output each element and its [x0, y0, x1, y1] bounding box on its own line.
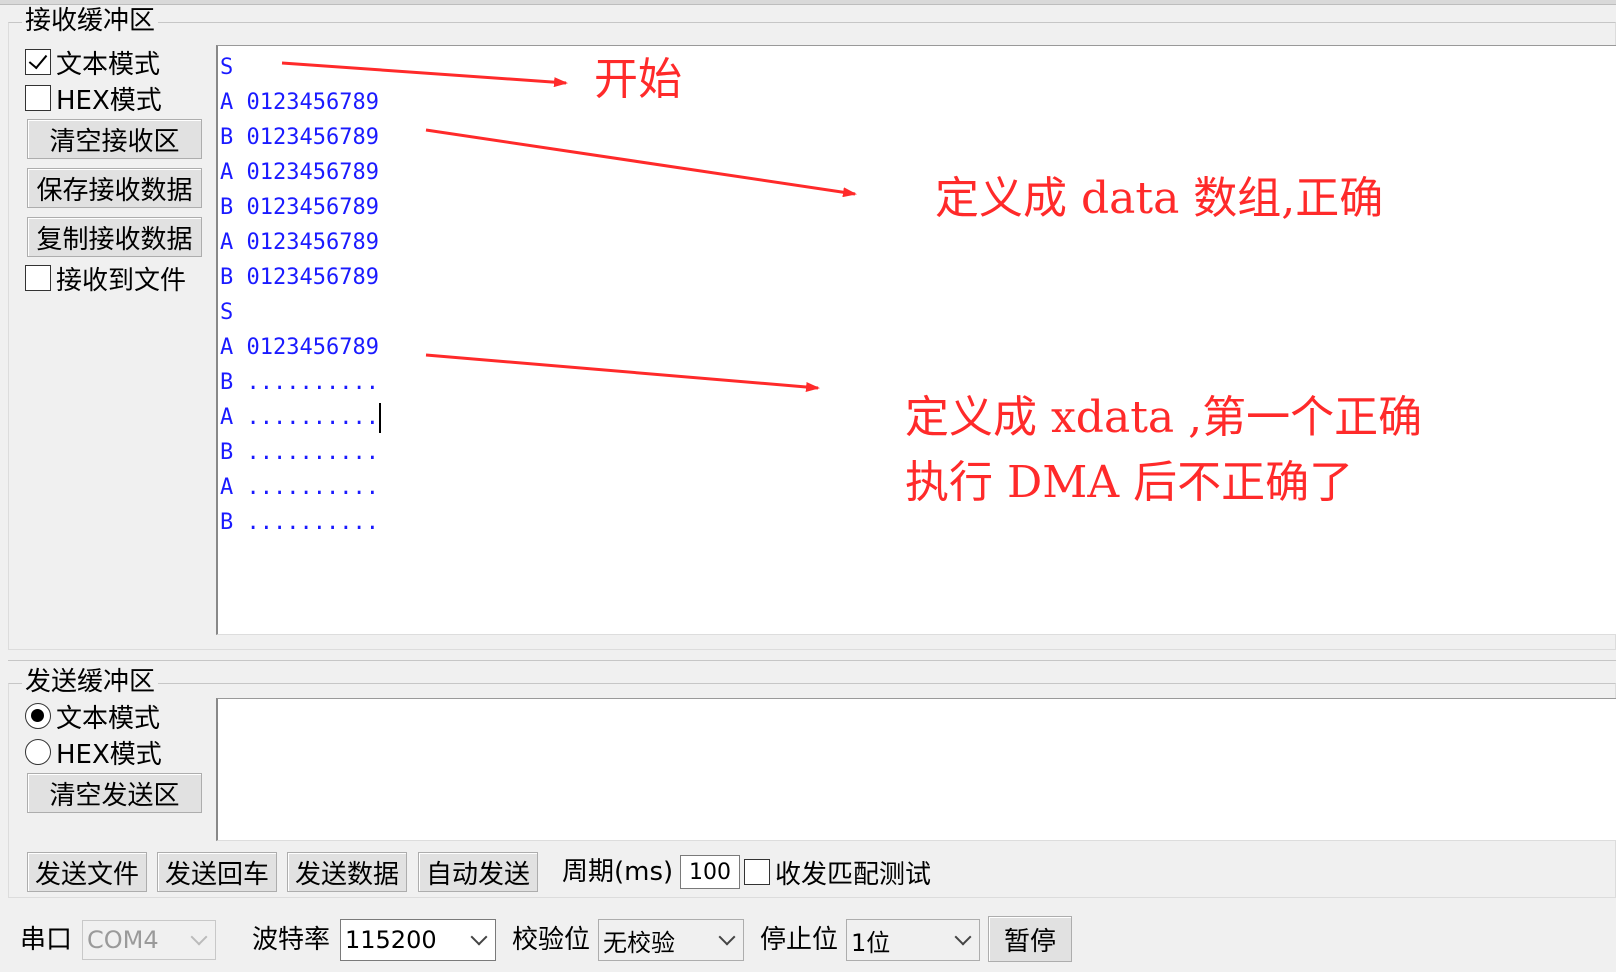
port-select[interactable]: COM4 — [82, 920, 216, 960]
port-select-value: COM4 — [87, 926, 159, 954]
radio-unselected-icon[interactable] — [25, 739, 51, 765]
send-hex-mode-label: HEX模式 — [56, 739, 162, 770]
annotation-xdata-line1: 定义成 xdata ,第一个正确 — [905, 392, 1423, 443]
clear-send-button[interactable]: 清空发送区 — [27, 773, 202, 813]
send-text-mode-label: 文本模式 — [56, 703, 161, 734]
baud-select[interactable]: 115200 — [340, 919, 496, 961]
chevron-down-icon — [190, 928, 208, 946]
send-hex-mode-radio[interactable]: HEX模式 — [25, 736, 162, 770]
parity-select-value: 无校验 — [603, 928, 675, 957]
stop-bits-label: 停止位 — [760, 925, 839, 955]
annotation-data-correct: 定义成 data 数组,正确 — [935, 173, 1384, 224]
stop-bits-select[interactable]: 1位 — [846, 919, 980, 961]
send-text-mode-radio[interactable]: 文本模式 — [25, 700, 161, 734]
chevron-down-icon — [954, 928, 972, 946]
period-input[interactable]: 100 — [680, 855, 740, 889]
match-test-checkbox[interactable]: 收发匹配测试 — [744, 856, 932, 890]
stop-bits-select-value: 1位 — [851, 928, 891, 957]
auto-send-button[interactable]: 自动发送 — [418, 852, 538, 892]
radio-selected-icon[interactable] — [25, 703, 51, 729]
arrow-xdata — [425, 353, 820, 392]
send-data-button[interactable]: 发送数据 — [287, 852, 407, 892]
arrow-data-correct — [425, 128, 857, 198]
section-divider — [8, 660, 1616, 661]
baud-label: 波特率 — [252, 925, 331, 955]
parity-select[interactable]: 无校验 — [598, 919, 744, 961]
annotation-xdata-line2: 执行 DMA 后不正确了 — [905, 457, 1354, 508]
send-group-title: 发送缓冲区 — [22, 667, 159, 697]
send-enter-button[interactable]: 发送回车 — [157, 852, 277, 892]
arrow-start — [281, 61, 568, 88]
send-textarea[interactable] — [216, 698, 1616, 841]
chevron-down-icon — [718, 928, 736, 946]
port-label: 串口 — [20, 925, 73, 955]
send-file-button[interactable]: 发送文件 — [27, 852, 147, 892]
baud-select-value: 115200 — [345, 926, 437, 954]
checkbox-unchecked-icon[interactable] — [744, 859, 770, 885]
match-test-label: 收发匹配测试 — [775, 859, 932, 890]
parity-label: 校验位 — [512, 925, 591, 955]
pause-button[interactable]: 暂停 — [988, 916, 1072, 962]
annotation-start: 开始 — [594, 54, 682, 105]
period-label: 周期(ms) — [562, 857, 674, 887]
chevron-down-icon — [470, 928, 488, 946]
